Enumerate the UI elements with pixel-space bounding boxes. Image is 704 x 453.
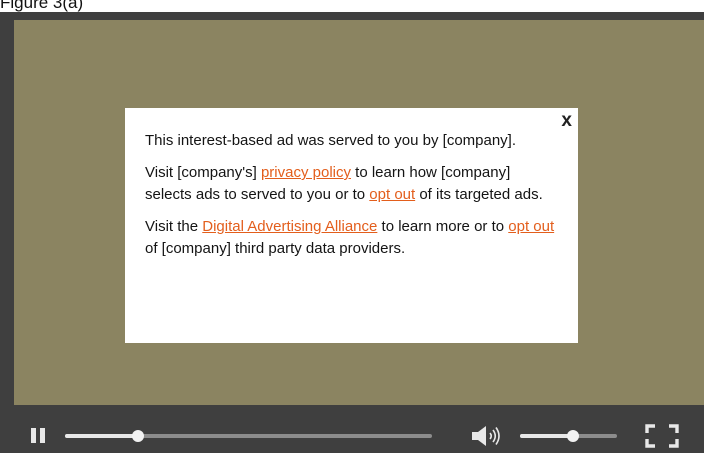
opt-out-link[interactable]: opt out (369, 186, 415, 203)
progress-fill (65, 434, 139, 438)
dialog-text: of [company] third party data providers. (145, 240, 406, 257)
dialog-text: to learn more or to (377, 218, 509, 235)
pause-icon[interactable] (31, 428, 47, 443)
progress-slider[interactable] (65, 430, 432, 442)
dialog-text: Visit [company's] (145, 164, 261, 181)
dialog-paragraph-2: Visit [company's] privacy policy to lear… (145, 162, 560, 206)
close-icon[interactable]: x (561, 110, 572, 132)
pause-bar (31, 428, 36, 443)
player-controls (0, 417, 704, 453)
digital-advertising-alliance-link[interactable]: Digital Advertising Alliance (202, 218, 377, 235)
ad-info-dialog: x This interest-based ad was served to y… (125, 108, 578, 343)
volume-icon[interactable] (471, 425, 515, 447)
volume-slider[interactable] (520, 430, 617, 442)
volume-handle[interactable] (567, 430, 580, 442)
privacy-policy-link[interactable]: privacy policy (261, 164, 351, 181)
dialog-paragraph-1: This interest-based ad was served to you… (145, 132, 517, 149)
fullscreen-icon[interactable] (645, 424, 679, 448)
volume-fill (520, 434, 574, 438)
dialog-text: of its targeted ads. (415, 186, 543, 203)
video-player: x This interest-based ad was served to y… (0, 12, 704, 453)
pause-bar (40, 428, 45, 443)
dialog-paragraph-3: Visit the Digital Advertising Alliance t… (145, 216, 560, 260)
opt-out-data-providers-link[interactable]: opt out (508, 218, 554, 235)
dialog-text: Visit the (145, 218, 203, 235)
progress-handle[interactable] (132, 430, 145, 442)
